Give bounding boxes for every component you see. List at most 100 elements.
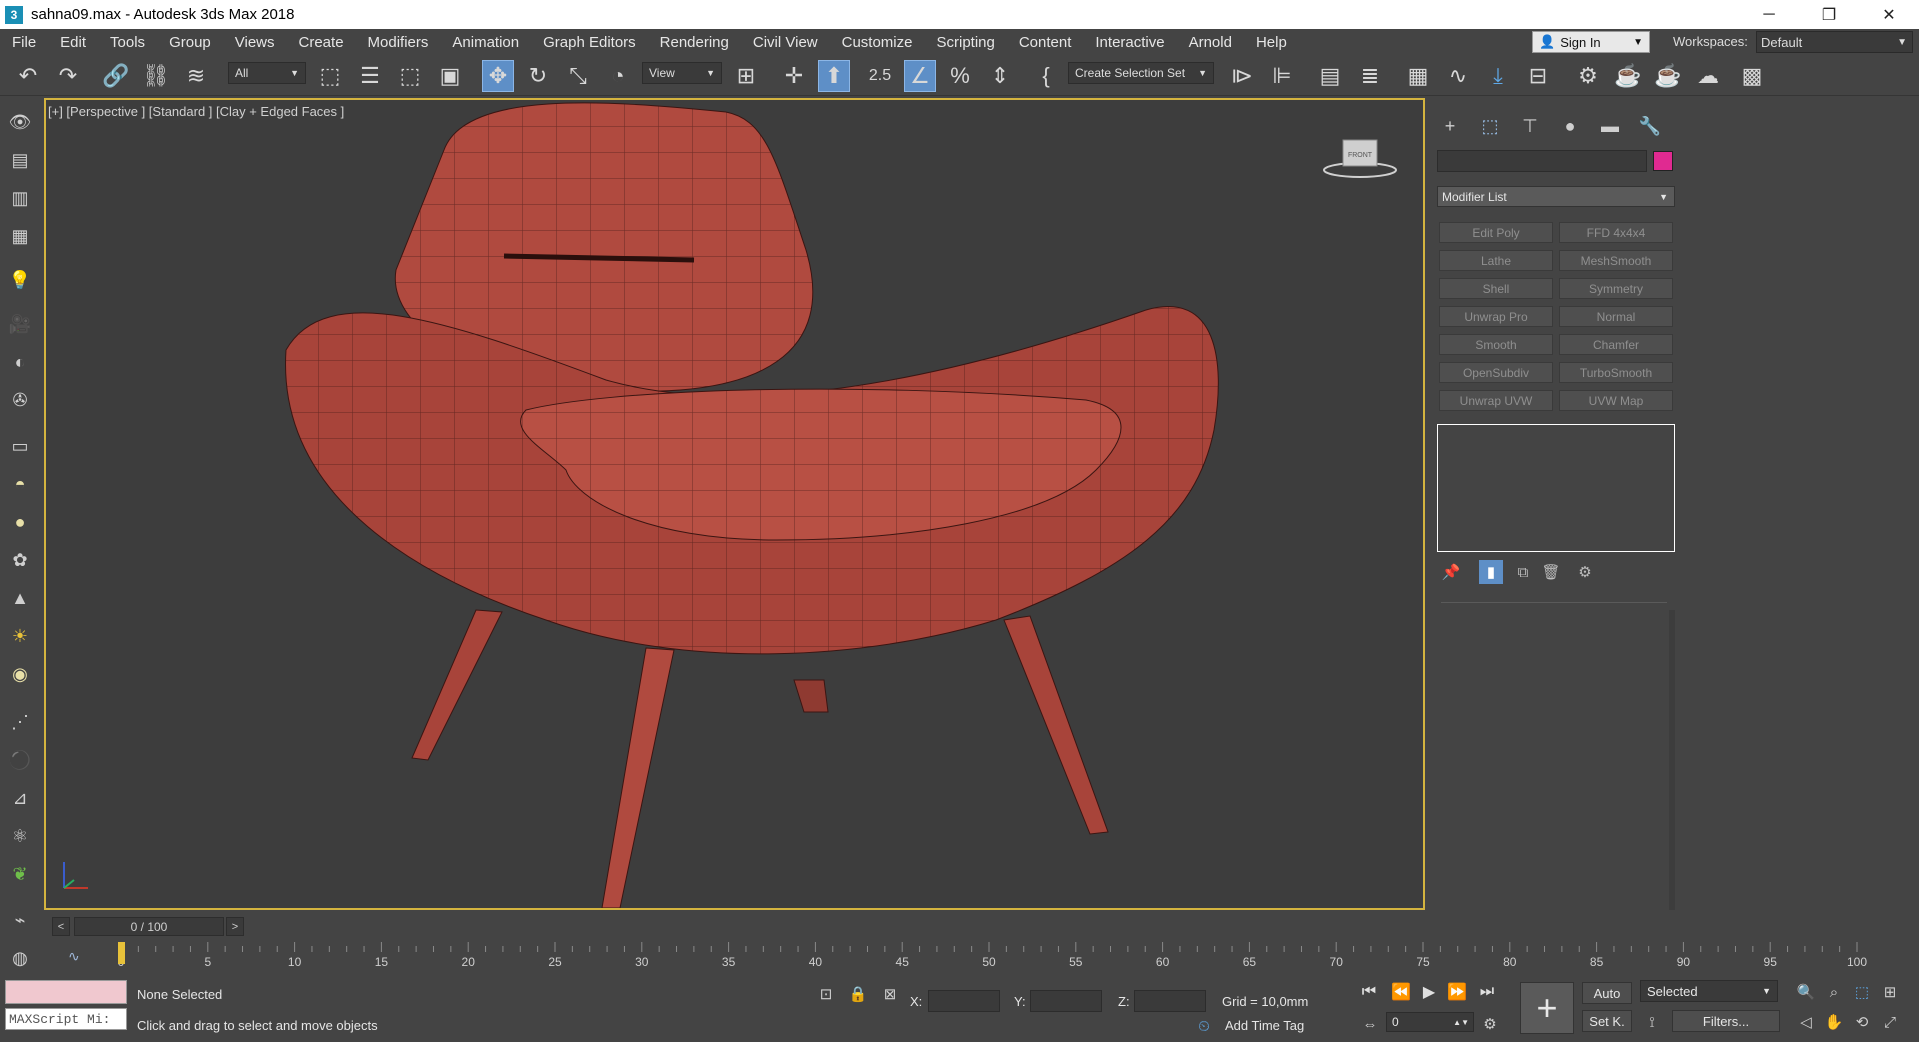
curve-editor-icon[interactable]: ∿ [1442,60,1474,92]
set-keys-icon[interactable]: + [1520,982,1574,1034]
render-in-cloud-icon[interactable]: ☁ [1692,60,1724,92]
menu-tools[interactable]: Tools [98,34,157,51]
toggle-ribbon-icon[interactable]: ▦ [1402,60,1434,92]
zoom-icon[interactable]: 🔍 [1796,982,1816,1002]
modifier-button[interactable]: FFD 4x4x4 [1559,222,1673,243]
layer-explorer-icon[interactable]: ▥ [6,184,34,212]
zoom-all-icon[interactable]: ⌕ [1824,982,1844,1002]
key-filters-button[interactable]: Filters... [1672,1010,1780,1032]
modifier-button[interactable]: Unwrap UVW [1439,390,1553,411]
object-color-swatch[interactable] [1653,151,1673,171]
menu-group[interactable]: Group [157,34,223,51]
time-configuration-icon[interactable]: ⚙ [1480,1014,1500,1034]
sun-icon[interactable]: ☀ [6,622,34,650]
key-mode-toggle-icon[interactable]: ⇔ [1360,1014,1380,1034]
snaps-toggle-icon[interactable]: 2.5 [864,60,896,92]
modifier-button[interactable]: Unwrap Pro [1439,306,1553,327]
time-next-button[interactable]: > [226,917,244,936]
chair-model[interactable] [46,100,1423,908]
pin-stack-icon[interactable]: 📌 [1439,560,1463,584]
keyboard-shortcut-override-icon[interactable]: ⬆ [818,60,850,92]
bind-space-warp-icon[interactable]: ≋ [180,60,212,92]
undo-icon[interactable]: ↶ [12,60,44,92]
x-coordinate-field[interactable] [928,990,1000,1012]
next-frame-icon[interactable]: ⏩ [1444,980,1470,1004]
redo-icon[interactable]: ↷ [52,60,84,92]
align-icon[interactable]: ⊫ [1266,60,1298,92]
spinner-snap-icon[interactable]: ⇕ [984,60,1016,92]
motion-tab-icon[interactable]: ● [1555,112,1585,140]
rollout-scrollbar[interactable] [1669,610,1675,910]
selection-filter-dropdown[interactable]: All ▼ [228,62,306,84]
mirror-icon[interactable]: ⧐ [1226,60,1258,92]
field-of-view-icon[interactable]: ◁ [1796,1012,1816,1032]
system-icon[interactable]: ⚛ [6,822,34,850]
z-coordinate-field[interactable] [1134,990,1206,1012]
orbit-view-icon[interactable]: ⟲ [1852,1012,1872,1032]
modifier-button[interactable]: Symmetry [1559,278,1673,299]
menu-arnold[interactable]: Arnold [1177,34,1244,51]
slate-icon[interactable]: ▦ [6,222,34,250]
display-tab-icon[interactable]: ▬ [1595,112,1625,140]
foliage-icon[interactable]: ❦ [6,860,34,888]
configure-modifier-sets-icon[interactable]: ⚙ [1573,560,1597,584]
utilities-tab-icon[interactable]: 🔧 [1635,112,1665,140]
add-time-tag[interactable]: Add Time Tag [1225,1018,1304,1033]
render-setup-icon[interactable]: ⚙ [1572,60,1604,92]
angle-snap-icon[interactable]: ∠ [904,60,936,92]
object-name-field[interactable] [1437,150,1647,172]
isolate-selection-icon[interactable]: ⊡ [816,984,836,1004]
toggle-layer-explorer-icon[interactable]: ≣ [1354,60,1386,92]
maximize-viewport-icon[interactable]: ⤢ [1880,1012,1900,1032]
material-ball-icon[interactable]: ◉ [6,660,34,688]
viewcube[interactable]: FRONT [1315,130,1405,180]
plane-icon[interactable]: ▭ [6,432,34,460]
key-filter-dropdown[interactable]: Selected ▼ [1640,980,1778,1002]
perspective-viewport[interactable]: [+] [Perspective ] [Standard ] [Clay + E… [44,98,1425,910]
window-crossing-icon[interactable]: ▣ [434,60,466,92]
time-slider-thumb[interactable]: 0 / 100 [74,917,224,936]
schematic-view-icon[interactable]: ⤓ [1482,60,1514,92]
film-reel-icon[interactable]: ✇ [6,386,34,414]
modifier-button[interactable]: Smooth [1439,334,1553,355]
play-icon[interactable]: ▶ [1416,980,1442,1004]
rollout-divider[interactable] [1441,602,1667,603]
select-and-rotate-icon[interactable]: ↻ [522,60,554,92]
render-production-icon[interactable]: ☕ [1652,60,1684,92]
helper-icon[interactable]: ⊿ [6,784,34,812]
menu-edit[interactable]: Edit [48,34,98,51]
set-key-button[interactable]: Set K. [1582,1010,1632,1032]
cone-icon[interactable]: ▲ [6,584,34,612]
modifier-button[interactable]: Lathe [1439,250,1553,271]
render-gallery-icon[interactable]: ▩ [1736,60,1768,92]
time-prev-button[interactable]: < [52,917,70,936]
menu-interactive[interactable]: Interactive [1083,34,1176,51]
maximize-button[interactable]: ❐ [1800,0,1858,29]
modifier-button[interactable]: Normal [1559,306,1673,327]
menu-create[interactable]: Create [287,34,356,51]
modifier-list-dropdown[interactable]: Modifier List ▼ [1437,186,1675,207]
key-tangents-icon[interactable]: ⟟ [1642,1012,1662,1032]
grid-icon[interactable]: ⋰ [6,708,34,736]
show-end-result-icon[interactable]: ▮ [1479,560,1503,584]
modifier-button[interactable]: TurboSmooth [1559,362,1673,383]
previous-frame-icon[interactable]: ⏪ [1388,980,1414,1004]
menu-modifiers[interactable]: Modifiers [356,34,441,51]
select-and-scale-icon[interactable]: ⤡ [562,60,594,92]
edit-named-selection-icon[interactable]: { [1030,60,1062,92]
menu-customize[interactable]: Customize [830,34,925,51]
select-by-name-icon[interactable]: ☰ [354,60,386,92]
link-icon[interactable]: 🔗 [100,60,132,92]
hierarchy-tab-icon[interactable]: ⊤ [1515,112,1545,140]
select-and-move-icon[interactable]: ✥ [482,60,514,92]
modify-tab-icon[interactable]: ⬚ [1475,112,1505,140]
lighting-icon[interactable]: 💡 [6,266,34,294]
rendered-frame-window-icon[interactable]: ☕ [1612,60,1644,92]
material-editor-icon[interactable]: ⊟ [1522,60,1554,92]
scene-explorer-icon[interactable]: ▤ [6,146,34,174]
menu-scripting[interactable]: Scripting [924,34,1006,51]
absolute-mode-icon[interactable]: ⊠ [880,984,900,1004]
menu-file[interactable]: File [0,34,48,51]
sphere-icon[interactable]: ● [6,508,34,536]
orbit-icon[interactable]: ◐ [6,348,34,376]
